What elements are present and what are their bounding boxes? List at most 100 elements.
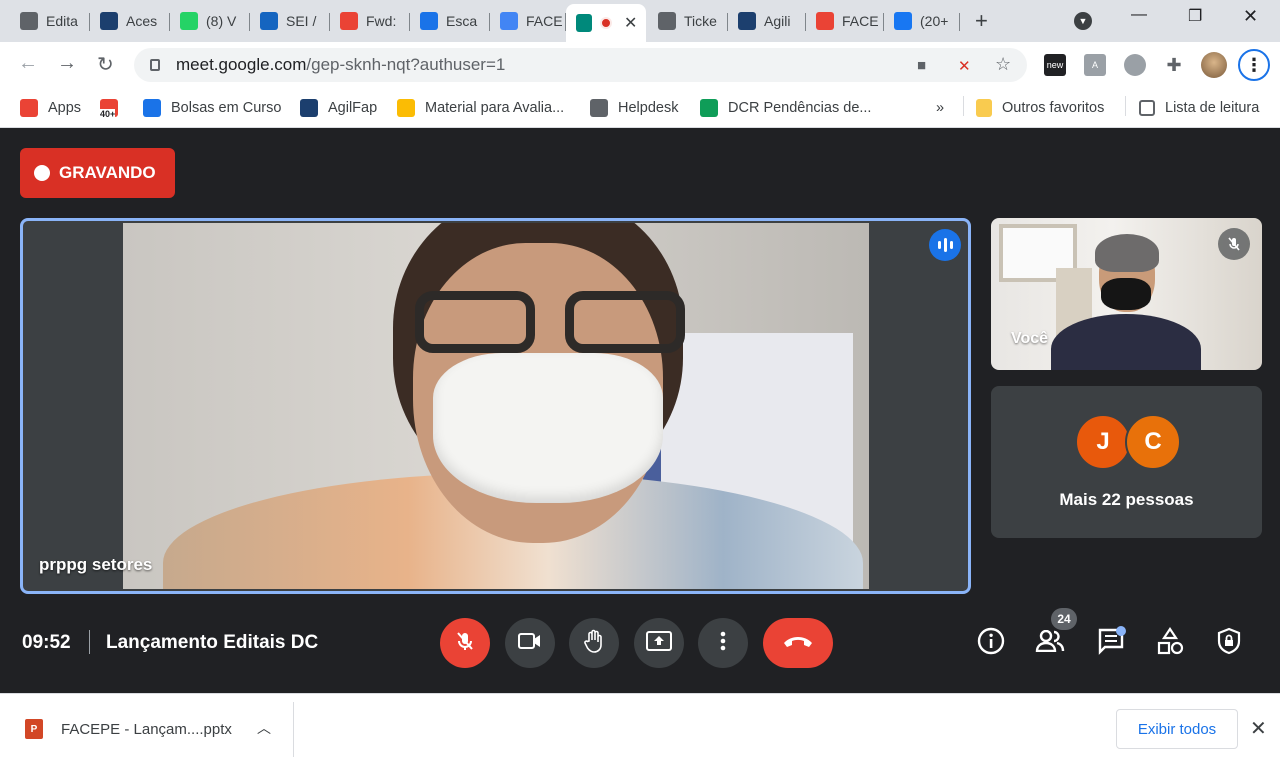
host-controls-button[interactable] xyxy=(1214,627,1244,658)
mic-blocked-icon[interactable]: ✕ xyxy=(958,57,971,75)
bookmarks-overflow-button[interactable]: » xyxy=(936,97,944,119)
reload-button[interactable]: ↻ xyxy=(97,52,114,77)
gmail-icon: 40+ xyxy=(100,99,118,119)
present-icon xyxy=(646,630,672,656)
bookmark-star-icon[interactable]: ☆ xyxy=(995,54,1011,75)
tab-label: Agili xyxy=(764,13,791,29)
reading-list-label: Lista de leitura xyxy=(1165,100,1260,116)
show-all-downloads-button[interactable]: Exibir todos xyxy=(1116,709,1238,749)
reading-list-button[interactable]: Lista de leitura xyxy=(1139,97,1259,119)
lock-icon xyxy=(150,59,160,71)
unread-count-badge: 40+ xyxy=(100,109,116,119)
browser-tab[interactable]: Aces xyxy=(90,6,170,36)
tab-search-button[interactable]: ▼ xyxy=(1074,12,1092,30)
more-options-button[interactable] xyxy=(698,618,748,668)
camera-icon[interactable]: ■ xyxy=(917,57,926,74)
extension-new-icon[interactable]: new xyxy=(1044,54,1066,76)
whatsapp-icon xyxy=(180,12,198,30)
browser-tab[interactable]: SEI / xyxy=(250,6,330,36)
browser-tab[interactable]: (8) V xyxy=(170,6,250,36)
close-window-button[interactable]: ✕ xyxy=(1243,6,1258,27)
bookmark-item[interactable]: Apps xyxy=(20,97,81,119)
minimize-button[interactable]: — xyxy=(1131,6,1147,24)
mic-off-icon xyxy=(454,630,476,657)
restore-button[interactable]: ❐ xyxy=(1188,6,1202,26)
more-vert-icon xyxy=(720,631,726,656)
tab-divider xyxy=(959,13,960,31)
back-button[interactable]: ← xyxy=(18,52,38,75)
app-icon xyxy=(143,99,161,117)
app-icon xyxy=(100,12,118,30)
download-file-name[interactable]: FACEPE - Lançam....pptx xyxy=(61,721,232,738)
participant-name: prppg setores xyxy=(39,555,153,574)
bookmark-label: Bolsas em Curso xyxy=(171,100,282,116)
close-tab-icon[interactable]: ✕ xyxy=(624,13,637,33)
bookmark-item[interactable]: 40+ xyxy=(100,97,128,119)
self-label: Você xyxy=(1011,330,1049,347)
chevron-up-icon[interactable]: ︿ xyxy=(257,718,271,738)
address-bar[interactable]: meet.google.com/gep-sknh-nqt?authuser=1 xyxy=(134,48,1027,82)
forward-button[interactable]: → xyxy=(57,52,77,75)
hand-icon xyxy=(583,629,605,658)
meeting-time: 09:52 xyxy=(22,632,71,653)
face-mask xyxy=(433,353,663,503)
present-screen-button[interactable] xyxy=(634,618,684,668)
tab-google-meet[interactable]: ✕ xyxy=(566,4,646,42)
title-divider xyxy=(89,630,90,654)
browser-tab[interactable]: Esca xyxy=(410,6,490,36)
bookmark-item[interactable]: AgilFap xyxy=(300,97,377,119)
bookmark-other-favorites[interactable]: Outros favoritos xyxy=(976,97,1104,119)
extensions-puzzle-icon[interactable]: ✚ xyxy=(1163,54,1185,76)
folder-icon xyxy=(976,99,992,117)
browser-tab[interactable]: (20+ xyxy=(884,6,960,36)
tab-label: Fwd: xyxy=(366,13,397,29)
new-tab-button[interactable]: + xyxy=(975,8,988,34)
meet-stage: GRAVANDO prppg setores Você J C Mais 22 … xyxy=(0,128,1280,693)
browser-menu-button[interactable]: ⋮ xyxy=(1238,49,1270,81)
gmail-icon xyxy=(340,12,358,30)
browser-tab[interactable]: Edita xyxy=(10,6,90,36)
meeting-details-button[interactable] xyxy=(976,627,1006,658)
bookmark-item[interactable]: Helpdesk xyxy=(590,97,678,119)
mic-toggle-button[interactable] xyxy=(440,618,490,668)
more-participants-tile[interactable]: J C Mais 22 pessoas xyxy=(991,386,1262,538)
participants-button[interactable] xyxy=(1035,628,1065,658)
bookmark-item[interactable]: DCR Pendências de... xyxy=(700,97,871,119)
bookmark-item[interactable]: Material para Avalia... xyxy=(397,97,564,119)
leave-call-button[interactable] xyxy=(763,618,833,668)
facebook-icon xyxy=(894,12,912,30)
self-hair xyxy=(1095,234,1159,272)
recording-indicator[interactable]: GRAVANDO xyxy=(20,148,175,198)
agilfap-icon xyxy=(300,99,318,117)
extension-chat-icon[interactable] xyxy=(1124,54,1146,76)
main-participant-tile[interactable]: prppg setores xyxy=(20,218,971,594)
globe-icon xyxy=(658,12,676,30)
bookmark-label: Outros favoritos xyxy=(1002,100,1105,116)
sheets-icon xyxy=(700,99,718,117)
browser-tab[interactable]: FACE xyxy=(806,6,884,36)
url-path: /gep-sknh-nqt?authuser=1 xyxy=(306,55,506,74)
bookmark-label: Apps xyxy=(48,100,82,116)
bookmarks-divider xyxy=(963,96,964,116)
close-download-shelf-icon[interactable]: ✕ xyxy=(1250,716,1267,741)
bookmark-item[interactable]: Bolsas em Curso xyxy=(143,97,281,119)
bookmarks-bar: Apps 40+ Bolsas em Curso AgilFap Material pa… xyxy=(0,88,1280,128)
reading-list-icon xyxy=(1139,100,1155,116)
profile-avatar[interactable] xyxy=(1201,52,1227,78)
browser-tab[interactable]: Agili xyxy=(728,6,806,36)
meet-icon xyxy=(576,14,592,32)
extension-pdf-icon[interactable]: A xyxy=(1084,54,1106,76)
recording-label: GRAVANDO xyxy=(59,163,156,182)
camera-toggle-button[interactable] xyxy=(505,618,555,668)
tab-label: Aces xyxy=(126,13,158,29)
avatar: C xyxy=(1125,414,1181,470)
app-icon xyxy=(420,12,438,30)
raise-hand-button[interactable] xyxy=(569,618,619,668)
browser-tab[interactable]: FACE xyxy=(490,6,566,36)
browser-tab[interactable]: Ticke xyxy=(648,6,728,36)
bookmarks-divider xyxy=(1125,96,1126,116)
activities-button[interactable] xyxy=(1155,626,1185,658)
browser-toolbar: ← → ↻ meet.google.com/gep-sknh-nqt?authu… xyxy=(0,42,1280,88)
browser-tab[interactable]: Fwd: xyxy=(330,6,410,36)
self-view-tile[interactable]: Você xyxy=(991,218,1262,370)
